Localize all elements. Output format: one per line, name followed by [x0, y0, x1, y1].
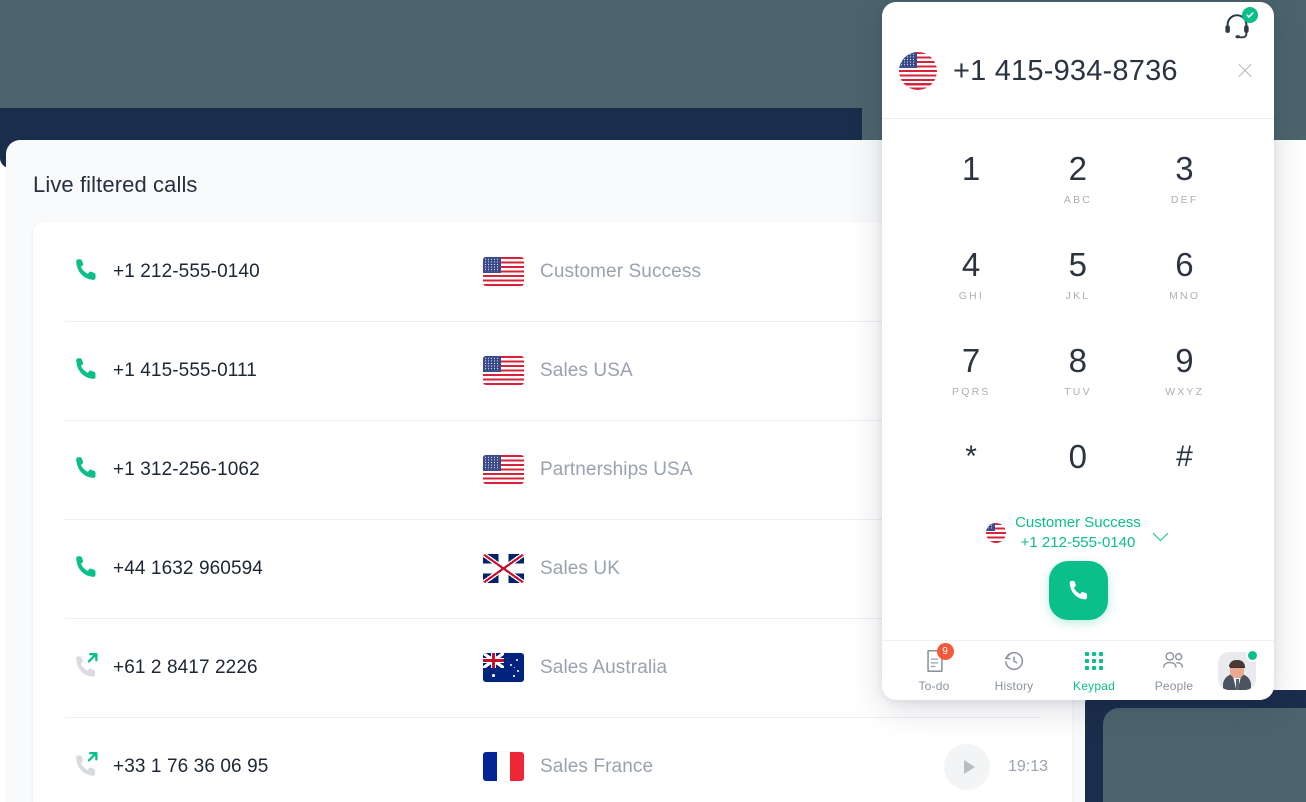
row-actions: 19:13	[944, 743, 1058, 790]
close-icon[interactable]	[1234, 60, 1256, 82]
caller-id-number: +1 212-555-0140	[1020, 534, 1136, 551]
nav-label-history: History	[994, 679, 1034, 693]
keypad-key-letters: MNO	[1169, 290, 1201, 302]
history-icon	[1004, 652, 1024, 671]
inbound-call-icon	[71, 453, 105, 487]
keypad-key-0[interactable]: 0	[1025, 419, 1132, 515]
keypad-icon-wrap	[1085, 648, 1103, 674]
people-icon-wrap	[1161, 648, 1187, 674]
keypad-key-letters: ABC	[1063, 194, 1093, 206]
flag-france	[483, 752, 524, 781]
headset-status-button[interactable]	[1222, 7, 1258, 44]
dialed-number-row: +1 415-934-8736	[899, 52, 1260, 90]
keypad-icon	[1085, 652, 1103, 670]
keypad-key-digit: 7	[961, 342, 981, 379]
keypad-key-digit: 5	[1068, 246, 1088, 283]
inbound-call-icon	[71, 255, 105, 289]
keypad-key-1[interactable]: 1	[918, 131, 1025, 227]
inbound-call-icon	[71, 354, 105, 388]
people-icon	[1163, 651, 1184, 668]
check-icon	[1246, 12, 1254, 18]
phone-icon	[1069, 580, 1087, 600]
dialer-bottom-nav: 9 To-do History Keypad People	[882, 640, 1274, 700]
keypad-key-2[interactable]: 2 ABC	[1025, 131, 1132, 227]
keypad-key-digit: 8	[1068, 342, 1088, 379]
nav-label-keypad: Keypad	[1073, 679, 1115, 693]
keypad-key-letters: PQRS	[952, 386, 991, 398]
keypad-key-letters: JKL	[1065, 290, 1091, 302]
play-recording-button[interactable]	[944, 743, 990, 790]
presence-online-indicator	[1246, 648, 1259, 662]
keypad-key-9[interactable]: 9 WXYZ	[1131, 323, 1238, 419]
keypad-key-digit: #	[1176, 439, 1194, 473]
keypad-key-digit: *	[965, 439, 978, 473]
background-teal-corner	[1103, 708, 1306, 802]
call-number: +1 415-555-0111	[113, 359, 257, 381]
call-action-area	[882, 561, 1274, 620]
dialer-window: +1 415-934-8736 1 2 ABC 3 DEF 4 GHI 5 JKL 6 MNO 7 PQ…	[882, 2, 1274, 700]
table-row[interactable]: +33 1 76 36 06 95 Sales France 19:13	[33, 717, 1072, 802]
todo-badge: 9	[936, 643, 954, 660]
call-number: +1 212-555-0140	[113, 260, 260, 282]
keypad-key-hash[interactable]: #	[1131, 419, 1238, 515]
keypad-key-digit: 0	[1068, 438, 1088, 475]
keypad-key-digit: 3	[1175, 150, 1195, 187]
call-number: +1 312-256-1062	[113, 458, 260, 480]
flag-united-states	[483, 356, 524, 385]
dialed-number[interactable]: +1 415-934-8736	[953, 55, 1234, 88]
nav-label-todo: To-do	[918, 679, 950, 693]
nav-item-todo[interactable]: 9 To-do	[898, 643, 970, 693]
nav-item-history[interactable]: History	[978, 648, 1050, 693]
history-icon-wrap	[1002, 648, 1026, 674]
keypad-key-digit: 2	[1068, 150, 1088, 187]
caller-id-name: Customer Success	[1015, 514, 1141, 531]
call-button[interactable]	[1048, 561, 1108, 620]
caller-id-text: Customer Success +1 212-555-0140	[1015, 513, 1141, 553]
play-icon	[963, 759, 975, 774]
chevron-down-icon[interactable]	[1152, 524, 1170, 542]
flag-united-states	[483, 257, 524, 286]
nav-label-people: People	[1154, 679, 1194, 693]
keypad-key-digit: 4	[961, 246, 981, 283]
keypad-key-8[interactable]: 8 TUV	[1025, 323, 1132, 419]
keypad-key-star[interactable]: *	[918, 419, 1025, 515]
keypad-key-letters: GHI	[958, 290, 984, 302]
todo-icon-wrap: 9	[924, 643, 954, 674]
keypad-key-letters: WXYZ	[1165, 386, 1205, 398]
keypad-key-3[interactable]: 3 DEF	[1131, 131, 1238, 227]
keypad: 1 2 ABC 3 DEF 4 GHI 5 JKL 6 MNO 7 PQRS 8 TUV 9 WXYZ * 0 #	[882, 119, 1274, 515]
flag-united-states	[986, 523, 1007, 543]
call-number: +33 1 76 36 06 95	[113, 755, 269, 777]
flag-australia	[483, 653, 524, 682]
flag-united-states	[483, 455, 524, 484]
keypad-key-6[interactable]: 6 MNO	[1131, 227, 1238, 323]
keypad-key-digit: 6	[1175, 246, 1195, 283]
keypad-key-5[interactable]: 5 JKL	[1025, 227, 1132, 323]
keypad-key-4[interactable]: 4 GHI	[918, 227, 1025, 323]
keypad-key-letters: DEF	[1170, 194, 1199, 206]
dialer-header: +1 415-934-8736	[882, 2, 1274, 119]
keypad-key-7[interactable]: 7 PQRS	[918, 323, 1025, 419]
inbound-call-icon	[71, 552, 105, 586]
call-number: +44 1632 960594	[113, 557, 263, 579]
flag-united-states	[899, 52, 937, 90]
flag-united-kingdom	[483, 554, 524, 583]
call-timestamp: 19:13	[1008, 757, 1049, 775]
keypad-key-digit: 1	[961, 150, 981, 187]
caller-id-selector[interactable]: Customer Success +1 212-555-0140	[882, 511, 1274, 555]
screen-root: Live filtered calls +1 212-555-0140 Custo…	[0, 0, 1306, 802]
keypad-key-letters: TUV	[1064, 386, 1092, 398]
outbound-call-icon	[71, 750, 105, 784]
page-title: Live filtered calls	[33, 172, 198, 197]
nav-item-keypad[interactable]: Keypad	[1058, 648, 1130, 693]
call-number: +61 2 8417 2226	[113, 656, 258, 678]
nav-item-people[interactable]: People	[1138, 648, 1210, 693]
headset-available-badge	[1242, 7, 1258, 23]
avatar[interactable]	[1218, 648, 1259, 690]
keypad-key-digit: 9	[1175, 342, 1195, 379]
call-label: Sales France	[540, 755, 654, 777]
outbound-call-icon	[71, 651, 105, 685]
